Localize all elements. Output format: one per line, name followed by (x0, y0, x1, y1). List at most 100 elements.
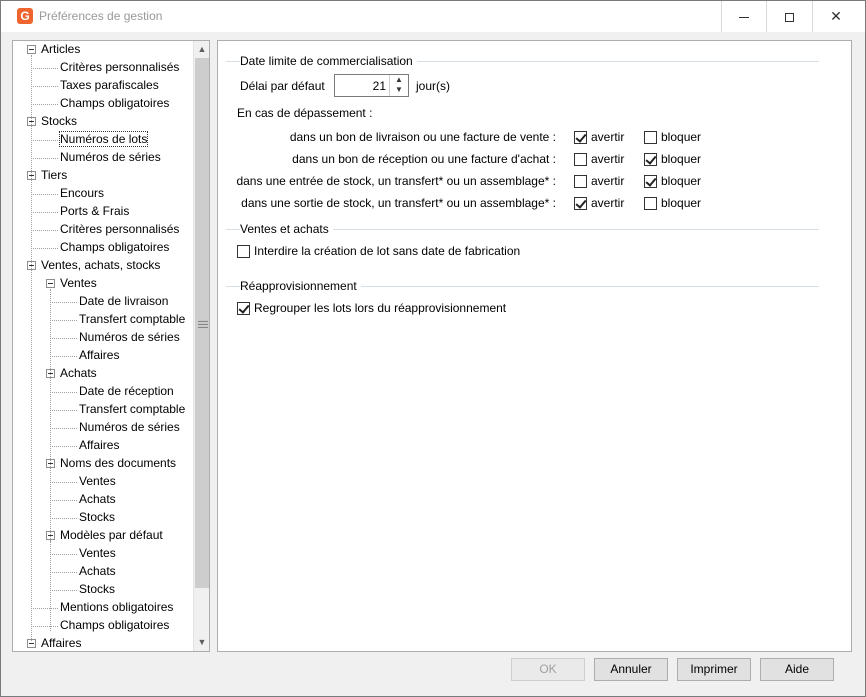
avertir-label[interactable]: avertir (591, 152, 624, 166)
minimize-button[interactable] (721, 1, 767, 32)
tree-item[interactable]: Champs obligatoires (60, 239, 169, 257)
collapse-minus-icon[interactable] (27, 45, 36, 54)
chevron-down-icon[interactable]: ▼ (390, 85, 408, 95)
title-bar: G Préférences de gestion ✕ (1, 1, 865, 32)
avertir-checkbox[interactable] (574, 131, 587, 144)
tree-item-label: Stocks (79, 510, 116, 524)
tree-item[interactable]: Ventes (79, 545, 116, 563)
tree-item[interactable]: Numéros de lots (58, 131, 149, 149)
tree-item-label: Numéros de séries (79, 330, 180, 344)
tree-item[interactable]: Noms des documents (60, 455, 176, 473)
tree-item[interactable]: Articles (41, 41, 80, 59)
tree-item-label: Noms des documents (60, 456, 177, 470)
imprimer-button[interactable]: Imprimer (677, 658, 751, 681)
tree-item[interactable]: Ports & Frais (60, 203, 129, 221)
ok-button[interactable]: OK (511, 658, 585, 681)
tree-item[interactable]: Achats (60, 365, 97, 383)
delai-stepper[interactable]: 21 ▲ ▼ (334, 74, 409, 97)
tree-connector (31, 194, 58, 195)
tree-connector (50, 289, 51, 541)
bloquer-label[interactable]: bloquer (661, 130, 701, 144)
interdire-lot-checkbox[interactable] (237, 245, 250, 258)
depassement-label: En cas de dépassement : (237, 106, 373, 120)
minimize-icon (739, 16, 749, 18)
bloquer-label[interactable]: bloquer (661, 152, 701, 166)
bloquer-checkbox[interactable] (644, 131, 657, 144)
tree-item[interactable]: Date de réception (79, 383, 174, 401)
tree-scrollbar[interactable]: ▲ — — — ▼ (193, 41, 209, 651)
tree-item[interactable]: Tiers (41, 167, 67, 185)
tree-item[interactable]: Achats (79, 491, 116, 509)
avertir-label[interactable]: avertir (591, 130, 624, 144)
tree-item-label: Achats (79, 492, 116, 506)
bloquer-checkbox[interactable] (644, 175, 657, 188)
scroll-down-arrow-icon[interactable]: ▼ (194, 634, 209, 650)
avertir-checkbox[interactable] (574, 197, 587, 210)
interdire-lot-label[interactable]: Interdire la création de lot sans date d… (254, 244, 520, 258)
tree-item-label: Numéros de lots (58, 131, 149, 147)
tree-item[interactable]: Stocks (79, 581, 115, 599)
avertir-label[interactable]: avertir (591, 196, 624, 210)
avertir-checkbox[interactable] (574, 153, 587, 166)
tree-connector (31, 140, 58, 141)
tree-item[interactable]: Champs obligatoires (60, 95, 169, 113)
tree-item[interactable]: Affaires (41, 635, 81, 651)
chevron-up-icon[interactable]: ▲ (390, 75, 408, 85)
scroll-thumb[interactable]: — — — (195, 58, 209, 588)
bloquer-checkbox[interactable] (644, 197, 657, 210)
app-logo-icon: G (17, 8, 33, 24)
close-button[interactable]: ✕ (813, 1, 859, 32)
tree-item[interactable]: Stocks (41, 113, 77, 131)
tree-connector (50, 518, 77, 519)
tree-item[interactable]: Numéros de séries (79, 329, 180, 347)
navigation-tree: Articles Critères personnalisés Taxes para… (12, 40, 210, 652)
tree-item[interactable]: Transfert comptable (79, 401, 185, 419)
tree-item[interactable]: Affaires (79, 437, 119, 455)
ventes-achats-title: Ventes et achats (240, 222, 333, 236)
regrouper-lots-checkbox[interactable] (237, 302, 250, 315)
tree-item[interactable]: Affaires (79, 347, 119, 365)
tree-item-label: Tiers (41, 168, 68, 182)
tree-item-label: Mentions obligatoires (60, 600, 174, 614)
tree-connector (31, 158, 58, 159)
tree-item[interactable]: Numéros de séries (79, 419, 180, 437)
aide-button[interactable]: Aide (760, 658, 834, 681)
avertir-label[interactable]: avertir (591, 174, 624, 188)
stepper-buttons: ▲ ▼ (389, 75, 408, 96)
tree-item-label: Champs obligatoires (60, 240, 170, 254)
tree-item-label: Affaires (79, 438, 120, 452)
tree-item[interactable]: Numéros de séries (60, 149, 161, 167)
tree-item[interactable]: Critères personnalisés (60, 221, 179, 239)
tree-item[interactable]: Encours (60, 185, 104, 203)
regrouper-lots-label[interactable]: Regrouper les lots lors du réapprovision… (254, 301, 506, 315)
tree-item[interactable]: Modèles par défaut (60, 527, 163, 545)
tree-item[interactable]: Transfert comptable (79, 311, 185, 329)
bloquer-label[interactable]: bloquer (661, 196, 701, 210)
bloquer-checkbox[interactable] (644, 153, 657, 166)
tree-item-label: Ventes, achats, stocks (41, 258, 161, 272)
tree-item[interactable]: Ventes (79, 473, 116, 491)
depassement-row-label: dans un bon de livraison ou une facture … (289, 130, 556, 144)
avertir-checkbox[interactable] (574, 175, 587, 188)
scroll-up-arrow-icon[interactable]: ▲ (194, 41, 209, 57)
tree-item[interactable]: Taxes parafiscales (60, 77, 159, 95)
tree-item-label: Critères personnalisés (60, 222, 180, 236)
tree-item[interactable]: Ventes, achats, stocks (41, 257, 160, 275)
tree-item[interactable]: Critères personnalisés (60, 59, 179, 77)
tree-connector (31, 55, 32, 641)
tree-item[interactable]: Ventes (60, 275, 97, 293)
tree-connector (31, 212, 58, 213)
maximize-button[interactable] (767, 1, 813, 32)
tree-connector (50, 302, 77, 303)
tree-item[interactable]: Mentions obligatoires (60, 599, 173, 617)
tree-item[interactable]: Champs obligatoires (60, 617, 169, 635)
collapse-minus-icon[interactable] (46, 279, 55, 288)
tree-connector (50, 320, 77, 321)
tree-connector (31, 626, 58, 627)
bloquer-label[interactable]: bloquer (661, 174, 701, 188)
tree-item[interactable]: Stocks (79, 509, 115, 527)
tree-item[interactable]: Achats (79, 563, 116, 581)
annuler-button[interactable]: Annuler (594, 658, 668, 681)
tree-item[interactable]: Date de livraison (79, 293, 168, 311)
tree-item-label: Critères personnalisés (60, 60, 180, 74)
